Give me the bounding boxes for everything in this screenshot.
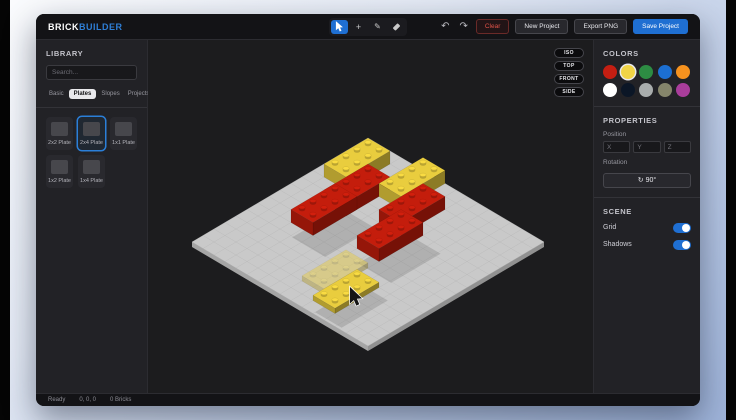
- tool-paint-button[interactable]: ✎: [369, 20, 386, 34]
- position-y-field[interactable]: [633, 141, 660, 153]
- save-project-button[interactable]: Save Project: [633, 19, 688, 34]
- position-z-field[interactable]: [664, 141, 691, 153]
- grid-toggle[interactable]: [673, 223, 691, 233]
- grid-toggle-row: Grid: [603, 223, 691, 233]
- view-buttons: ISO TOP FRONT SIDE: [554, 48, 584, 97]
- library-item-2x2-plate[interactable]: 2x2 Plate: [46, 117, 73, 150]
- color-palette: [603, 65, 691, 97]
- tool-erase-button[interactable]: [388, 20, 405, 34]
- scene-toggles: Grid Shadows: [603, 223, 691, 250]
- brush-icon: ✎: [374, 22, 381, 31]
- view-front-button[interactable]: FRONT: [554, 74, 584, 84]
- position-label: Position: [603, 131, 691, 138]
- viewport-canvas[interactable]: [148, 40, 593, 393]
- position-fields: [603, 141, 691, 153]
- grid-toggle-label: Grid: [603, 224, 616, 231]
- color-swatch-purple[interactable]: [676, 83, 690, 97]
- view-top-button[interactable]: TOP: [554, 61, 584, 71]
- tab-slopes[interactable]: Slopes: [98, 89, 122, 99]
- cursor-icon: [335, 21, 344, 32]
- tab-basic[interactable]: Basic: [46, 89, 67, 99]
- color-swatch-light-gray[interactable]: [639, 83, 653, 97]
- logo-builder: BUILDER: [79, 22, 123, 32]
- color-swatch-red[interactable]: [603, 65, 617, 79]
- color-swatch-green[interactable]: [639, 65, 653, 79]
- shadows-toggle-row: Shadows: [603, 240, 691, 250]
- color-swatch-blue[interactable]: [658, 65, 672, 79]
- library-search-input[interactable]: [46, 65, 137, 80]
- export-png-button[interactable]: Export PNG: [574, 19, 627, 34]
- app-logo: BRICKBUILDER: [48, 22, 123, 32]
- scene-title: SCENE: [603, 207, 691, 216]
- clear-button[interactable]: Clear: [476, 19, 510, 34]
- position-x-field[interactable]: [603, 141, 630, 153]
- eraser-icon: [393, 23, 401, 31]
- color-swatch-white[interactable]: [603, 83, 617, 97]
- library-item-label: 2x4 Plate: [80, 140, 103, 146]
- library-item-1x4-plate[interactable]: 1x4 Plate: [78, 155, 105, 188]
- toggle-knob: [682, 224, 690, 232]
- brick-thumbnail: [115, 122, 132, 136]
- status-brick-count: 0 Bricks: [110, 397, 131, 403]
- viewport[interactable]: ISO TOP FRONT SIDE: [148, 40, 593, 393]
- status-bar: Ready 0, 0, 0 0 Bricks: [36, 393, 700, 406]
- status-coords: 0, 0, 0: [79, 397, 96, 403]
- library-tabs: BasicPlatesSlopesProjects: [46, 89, 137, 99]
- tool-select-button[interactable]: [331, 20, 348, 34]
- library-divider: [36, 107, 147, 108]
- status-ready: Ready: [48, 397, 65, 403]
- tool-group: +✎: [329, 18, 407, 36]
- library-items: 2x2 Plate 2x4 Plate 1x1 Plate 1x2 Plate 1x4 …: [46, 117, 137, 188]
- colors-title: COLORS: [603, 49, 691, 58]
- library-item-1x2-plate[interactable]: 1x2 Plate: [46, 155, 73, 188]
- rotate-90-button[interactable]: ↻ 90°: [603, 173, 691, 188]
- brick-thumbnail: [51, 160, 68, 174]
- plus-icon: +: [356, 22, 361, 32]
- library-item-label: 1x4 Plate: [80, 178, 103, 184]
- color-swatch-dark-tan[interactable]: [658, 83, 672, 97]
- library-title: LIBRARY: [46, 49, 137, 58]
- view-side-button[interactable]: SIDE: [554, 87, 584, 97]
- toolbar: BRICKBUILDER +✎ ↶ ↷ Clear New Project Ex…: [36, 14, 700, 40]
- app-window: BRICKBUILDER +✎ ↶ ↷ Clear New Project Ex…: [36, 14, 700, 406]
- tool-add-button[interactable]: +: [350, 20, 367, 34]
- toolbar-actions: ↶ ↷ Clear New Project Export PNG Save Pr…: [439, 19, 688, 34]
- brick-thumbnail: [83, 160, 100, 174]
- library-item-label: 1x1 Plate: [112, 140, 135, 146]
- library-item-label: 2x2 Plate: [48, 140, 71, 146]
- toggle-knob: [682, 241, 690, 249]
- undo-button[interactable]: ↶: [439, 22, 451, 32]
- shadows-toggle-label: Shadows: [603, 241, 632, 248]
- inspector-panel: COLORS PROPERTIES Position Rotation ↻ 90…: [593, 40, 700, 393]
- color-swatch-yellow[interactable]: [621, 65, 635, 79]
- shadows-toggle[interactable]: [673, 240, 691, 250]
- brick-thumbnail: [83, 122, 100, 136]
- tab-plates[interactable]: Plates: [69, 89, 97, 99]
- library-item-label: 1x2 Plate: [48, 178, 71, 184]
- brick-thumbnail: [51, 122, 68, 136]
- color-swatch-black[interactable]: [621, 83, 635, 97]
- library-item-1x1-plate[interactable]: 1x1 Plate: [110, 117, 137, 150]
- redo-button[interactable]: ↷: [457, 22, 469, 32]
- view-iso-button[interactable]: ISO: [554, 48, 584, 58]
- divider: [594, 106, 700, 107]
- new-project-button[interactable]: New Project: [515, 19, 568, 34]
- library-panel: LIBRARY BasicPlatesSlopesProjects 2x2 Pl…: [36, 40, 148, 393]
- divider: [594, 197, 700, 198]
- main-area: LIBRARY BasicPlatesSlopesProjects 2x2 Pl…: [36, 40, 700, 393]
- logo-brick: BRICK: [48, 22, 79, 32]
- library-item-2x4-plate[interactable]: 2x4 Plate: [78, 117, 105, 150]
- rotation-label: Rotation: [603, 159, 691, 166]
- properties-title: PROPERTIES: [603, 116, 691, 125]
- color-swatch-orange[interactable]: [676, 65, 690, 79]
